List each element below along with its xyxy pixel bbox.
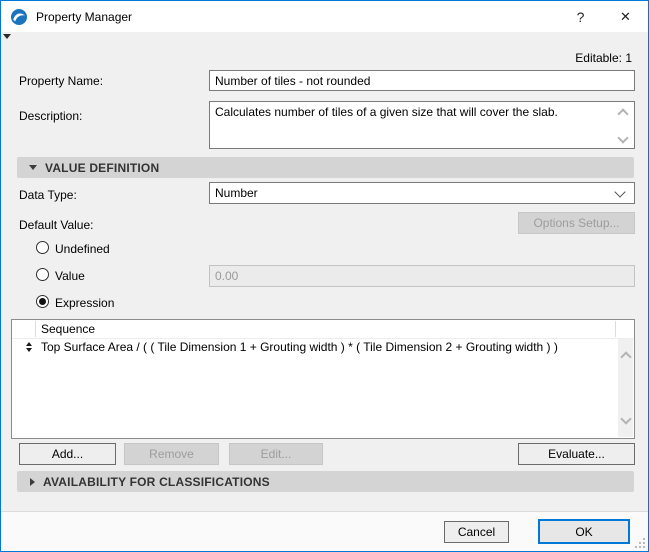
description-label: Description:: [19, 109, 83, 123]
scroll-down-icon: [620, 413, 632, 425]
radio-expression-label[interactable]: Expression: [55, 296, 114, 310]
page-title: Property Manager: [36, 9, 133, 24]
value-input: [209, 265, 635, 287]
data-type-value: Number: [215, 186, 258, 200]
sequence-rows: Top Surface Area / ( ( Tile Dimension 1 …: [12, 339, 618, 438]
chevron-down-icon: [614, 185, 626, 198]
collapse-arrow-icon: [29, 165, 37, 170]
archicad-logo-icon: [11, 8, 27, 25]
options-setup-button: Options Setup...: [518, 212, 635, 234]
section-availability-for-classifications[interactable]: AVAILABILITY FOR CLASSIFICATIONS: [17, 471, 634, 492]
cancel-button[interactable]: Cancel: [444, 521, 509, 543]
help-icon[interactable]: ?: [558, 1, 603, 32]
radio-undefined-label[interactable]: Undefined: [55, 242, 110, 256]
add-button[interactable]: Add...: [19, 443, 116, 465]
resize-grip[interactable]: [633, 536, 645, 548]
expand-arrow-icon: [30, 477, 35, 486]
section-title: AVAILABILITY FOR CLASSIFICATIONS: [43, 474, 270, 489]
column-divider: [615, 321, 616, 337]
expression-sequence-list[interactable]: Sequence Top Surface Area / ( ( Tile Dim…: [11, 319, 635, 439]
property-manager-dialog: Property Manager ? ✕ Editable: 1 Propert…: [0, 0, 649, 552]
sequence-scrollbar: [618, 339, 633, 437]
property-name-input[interactable]: [209, 70, 635, 91]
section-title: VALUE DEFINITION: [45, 160, 160, 175]
radio-value-label[interactable]: Value: [55, 269, 85, 283]
scroll-up-icon: [620, 351, 632, 363]
title-bar: Property Manager ? ✕: [1, 1, 648, 32]
description-input[interactable]: Calculates number of tiles of a given si…: [209, 101, 635, 149]
evaluate-button[interactable]: Evaluate...: [518, 443, 635, 465]
edit-button: Edit...: [229, 443, 323, 465]
editable-count: Editable: 1: [575, 51, 632, 65]
sequence-row[interactable]: Top Surface Area / ( ( Tile Dimension 1 …: [12, 339, 618, 354]
close-icon[interactable]: ✕: [603, 1, 648, 32]
data-type-label: Data Type:: [19, 188, 77, 202]
section-value-definition[interactable]: VALUE DEFINITION: [17, 157, 634, 178]
radio-value[interactable]: [36, 268, 49, 281]
sequence-list-header[interactable]: Sequence: [12, 320, 634, 339]
radio-undefined[interactable]: [36, 241, 49, 254]
sequence-expression: Top Surface Area / ( ( Tile Dimension 1 …: [41, 339, 558, 354]
property-name-label: Property Name:: [19, 74, 104, 88]
remove-button: Remove: [124, 443, 219, 465]
reorder-icon[interactable]: [25, 341, 33, 352]
dock-arrow-icon[interactable]: [3, 34, 11, 39]
sequence-column-header[interactable]: Sequence: [41, 322, 95, 336]
ok-button[interactable]: OK: [538, 519, 630, 544]
data-type-select[interactable]: Number: [209, 182, 635, 204]
default-value-label: Default Value:: [19, 218, 94, 232]
radio-expression[interactable]: [36, 295, 49, 308]
column-divider: [35, 321, 36, 337]
